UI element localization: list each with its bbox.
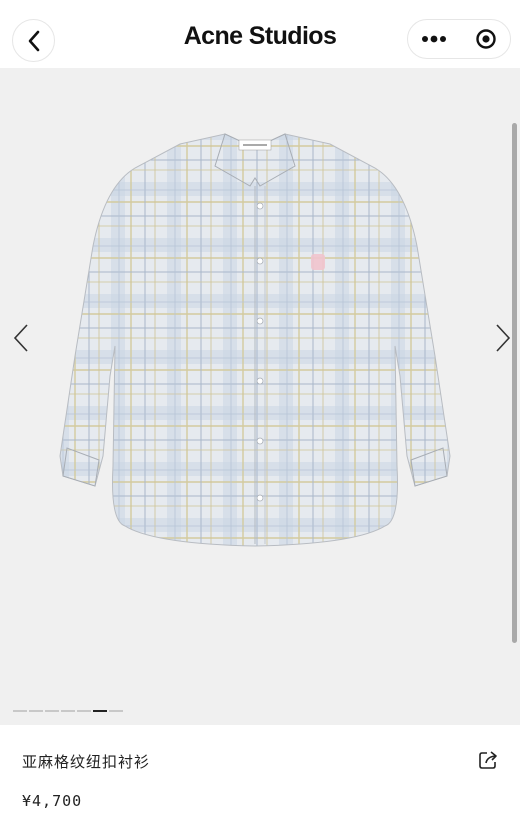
miniprogram-close-icon — [476, 29, 496, 49]
share-icon — [479, 751, 497, 769]
pager-dot[interactable] — [13, 710, 27, 712]
gallery-prev-button[interactable] — [6, 322, 36, 354]
top-nav-bar: Acne Studios — [0, 0, 520, 68]
chevron-right-icon — [496, 324, 511, 352]
pager-dot[interactable] — [61, 710, 75, 712]
chevron-left-icon — [28, 30, 39, 51]
close-miniprogram-button[interactable] — [460, 20, 512, 58]
pager-dot[interactable] — [29, 710, 43, 712]
product-price: ¥4,700 — [22, 792, 83, 810]
pager-dot[interactable] — [77, 710, 91, 712]
product-info: 亚麻格纹纽扣衬衫 ¥4,700 — [0, 725, 520, 827]
product-gallery[interactable] — [0, 68, 520, 725]
pager-dot-active[interactable] — [93, 710, 107, 712]
scrollbar[interactable] — [512, 123, 517, 643]
more-dots-icon — [422, 35, 446, 43]
chevron-left-icon — [13, 324, 28, 352]
pager-dot[interactable] — [45, 710, 59, 712]
more-button[interactable] — [408, 20, 460, 58]
product-image — [59, 133, 451, 547]
miniprogram-capsule — [407, 19, 511, 59]
pager-dot[interactable] — [109, 710, 123, 712]
gallery-pager — [13, 710, 123, 713]
share-button[interactable] — [476, 749, 500, 771]
product-name: 亚麻格纹纽扣衬衫 — [22, 753, 151, 771]
back-button[interactable] — [12, 19, 55, 62]
